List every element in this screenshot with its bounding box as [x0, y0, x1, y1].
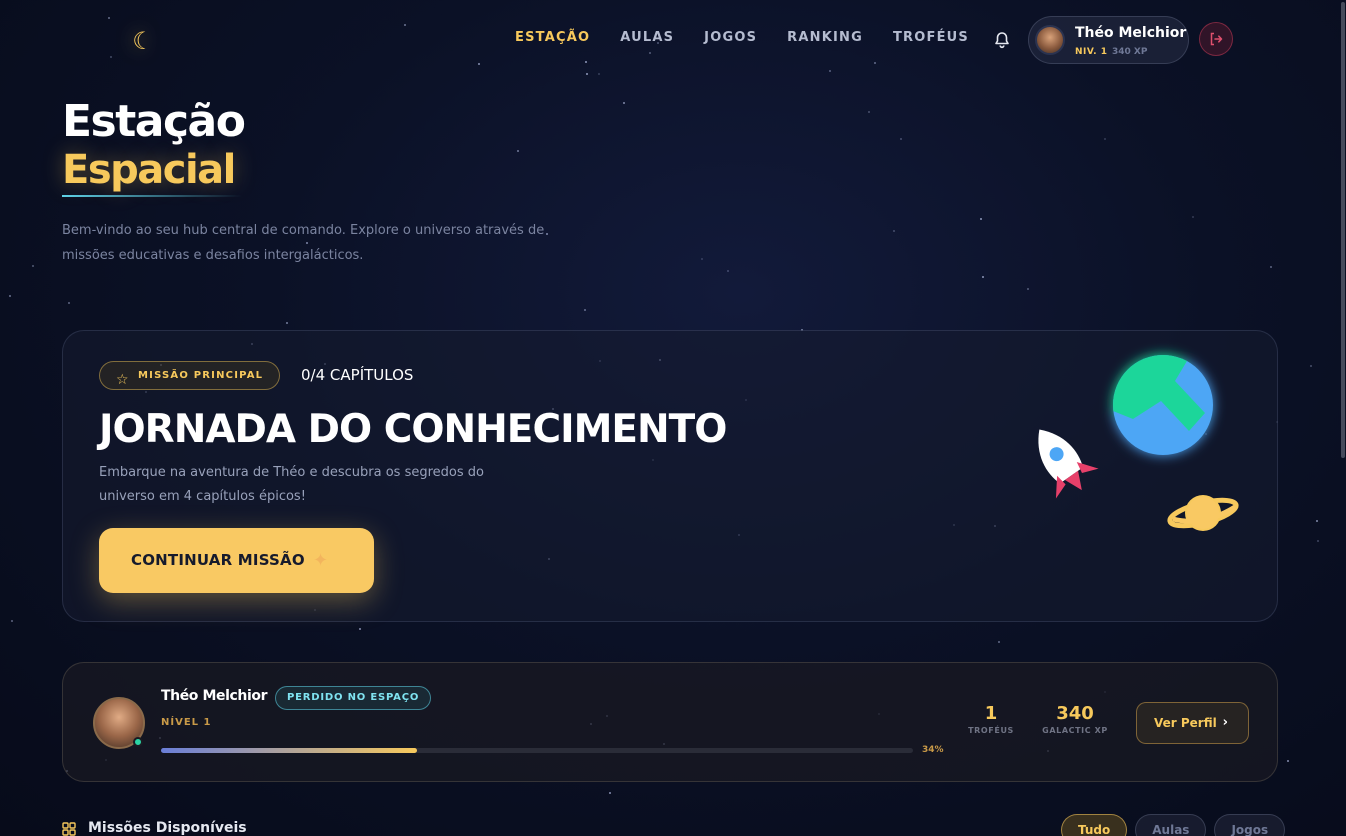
nav-link-estacao[interactable]: ESTAÇÃO: [515, 30, 590, 45]
star-dot: [701, 258, 703, 260]
star-dot: [998, 641, 1000, 643]
star-dot: [359, 628, 361, 630]
star-dot: [584, 309, 586, 311]
xp-progress-bar: [161, 748, 913, 753]
title-underline: [62, 195, 242, 197]
nav-link-jogos[interactable]: JOGOS: [704, 30, 757, 45]
nav-link-ranking[interactable]: RANKING: [787, 30, 863, 45]
user-name: Théo Melchior: [1075, 25, 1187, 41]
filter-aulas[interactable]: Aulas: [1135, 814, 1207, 836]
mission-description: Embarque na aventura de Théo e descubra …: [99, 465, 484, 504]
chapter-count: 0/4 CAPÍTULOS: [301, 366, 414, 384]
user-chip[interactable]: Théo Melchior NIV. 1 340 XP: [1028, 16, 1189, 64]
star-dot: [1027, 288, 1029, 290]
stat-xp-value: 340: [1056, 703, 1094, 724]
scrollbar-thumb[interactable]: [1341, 2, 1345, 458]
chevron-right-icon: ›: [1222, 715, 1228, 730]
planet-icon: [1113, 355, 1213, 455]
star-dot: [900, 138, 902, 140]
bell-icon[interactable]: [992, 30, 1012, 50]
star-dot: [893, 230, 895, 232]
star-dot: [32, 265, 34, 267]
star-dot: [517, 150, 519, 152]
saturn-icon: [1167, 495, 1239, 531]
view-profile-label: Ver Perfil: [1154, 716, 1217, 730]
status-badge: PERDIDO NO ESPAÇO: [275, 686, 432, 710]
mission-badge-label: MISSÃO PRINCIPAL: [138, 370, 264, 381]
moon-icon[interactable]: ☾: [128, 26, 158, 56]
star-dot: [1192, 216, 1194, 218]
grid-icon: [62, 822, 76, 836]
nav-links: ESTAÇÃO AULAS JOGOS RANKING TROFÉUS: [515, 30, 999, 45]
star-dot: [1317, 540, 1319, 542]
star-dot: [1316, 520, 1318, 522]
top-nav: ☾ ESTAÇÃO AULAS JOGOS RANKING TROFÉUS Th…: [0, 0, 1346, 80]
mission-filters: Tudo Aulas Jogos: [1061, 814, 1286, 836]
main-mission-card: ☆ MISSÃO PRINCIPAL 0/4 CAPÍTULOS JORNADA…: [62, 330, 1278, 622]
star-dot: [9, 295, 11, 297]
filter-jogos[interactable]: Jogos: [1214, 814, 1286, 836]
mission-title: JORNADA DO CONHECIMENTO: [99, 407, 727, 452]
stat-trophies-label: TROFÉUS: [968, 726, 1014, 735]
page-title-highlight: Espacial: [62, 147, 236, 193]
star-icon: ☆: [116, 372, 130, 388]
nav-link-trofeus[interactable]: TROFÉUS: [893, 30, 969, 45]
nav-link-aulas[interactable]: AULAS: [620, 30, 674, 45]
stat-xp-label: GALACTIC XP: [1042, 726, 1108, 735]
missions-heading-label: Missões Disponíveis: [88, 820, 247, 836]
stat-xp: 340 GALACTIC XP: [1035, 703, 1115, 735]
mission-badge: ☆ MISSÃO PRINCIPAL: [99, 361, 281, 390]
star-dot: [609, 792, 611, 794]
star-dot: [980, 218, 982, 220]
rocket-icon: [1038, 429, 1099, 499]
star-dot: [727, 270, 729, 272]
filter-tudo[interactable]: Tudo: [1061, 814, 1128, 836]
stat-trophies-value: 1: [984, 703, 998, 724]
logout-button[interactable]: [1199, 22, 1233, 56]
continue-mission-button[interactable]: CONTINUAR MISSÃO ✦: [99, 528, 374, 593]
sparkle-icon: ✦: [313, 550, 329, 571]
user-xp: 340 XP: [1112, 47, 1148, 57]
logout-icon: [1210, 32, 1223, 46]
star-dot: [868, 111, 870, 113]
profile-name: Théo Melchior: [161, 688, 268, 704]
space-illustration: [963, 341, 1263, 601]
star-dot: [1270, 266, 1272, 268]
xp-progress-fill: [161, 748, 417, 753]
star-dot: [68, 302, 70, 304]
online-indicator: [133, 737, 143, 747]
continue-mission-label: CONTINUAR MISSÃO: [131, 551, 305, 569]
star-dot: [1104, 138, 1106, 140]
xp-progress-label: 34%: [922, 745, 944, 755]
star-dot: [1287, 760, 1289, 762]
page-title: Estação: [62, 96, 246, 147]
missions-heading: Missões Disponíveis: [62, 820, 247, 836]
profile-level: NÍVEL 1: [161, 717, 212, 728]
star-dot: [1310, 365, 1312, 367]
user-level: NIV. 1: [1075, 47, 1108, 57]
star-dot: [11, 620, 13, 622]
star-dot: [982, 276, 984, 278]
avatar: [1035, 25, 1065, 55]
star-dot: [286, 322, 288, 324]
stat-trophies: 1 TROFÉUS: [959, 703, 1023, 735]
profile-summary-card: Théo Melchior PERDIDO NO ESPAÇO NÍVEL 1 …: [62, 662, 1278, 782]
view-profile-button[interactable]: Ver Perfil ›: [1136, 702, 1249, 744]
hero-description: Bem-vindo ao seu hub central de comando.…: [62, 223, 545, 263]
star-dot: [623, 102, 625, 104]
scrollbar[interactable]: [1340, 0, 1346, 836]
